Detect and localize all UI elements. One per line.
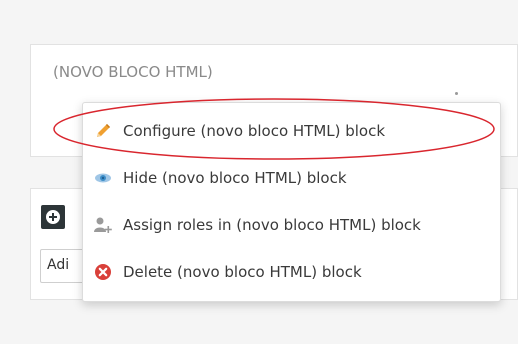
menu-item-label: Hide (novo bloco HTML) block: [123, 168, 347, 187]
add-block-select-value: Adi: [47, 257, 70, 273]
menu-item-configure[interactable]: Configure (novo bloco HTML) block: [83, 107, 500, 154]
add-block-button[interactable]: [41, 205, 65, 229]
assign-roles-icon: [93, 215, 113, 235]
block-actions-menu: Configure (novo bloco HTML) block Hide (…: [82, 102, 501, 302]
menu-item-label: Delete (novo bloco HTML) block: [123, 262, 362, 281]
menu-item-assign-roles[interactable]: Assign roles in (novo bloco HTML) block: [83, 201, 500, 248]
menu-item-label: Configure (novo bloco HTML) block: [123, 121, 386, 140]
actions-menu-trigger[interactable]: [455, 92, 458, 95]
eye-icon: [93, 168, 113, 188]
menu-item-label: Assign roles in (novo bloco HTML) block: [123, 215, 421, 234]
menu-item-delete[interactable]: Delete (novo bloco HTML) block: [83, 248, 500, 295]
delete-icon: [93, 262, 113, 282]
menu-item-hide[interactable]: Hide (novo bloco HTML) block: [83, 154, 500, 201]
pencil-icon: [93, 121, 113, 141]
block-title: (NOVO BLOCO HTML): [53, 63, 213, 81]
plus-circle-icon: [46, 210, 60, 224]
